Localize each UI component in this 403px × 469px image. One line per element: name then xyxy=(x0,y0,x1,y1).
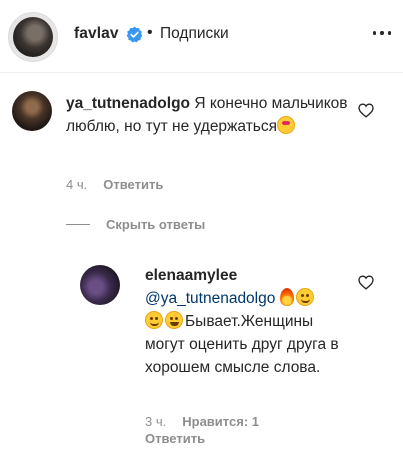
reply-meta: 3 ч. Нравится: 1 xyxy=(145,414,259,429)
dot-icon xyxy=(380,31,384,35)
dot-icon xyxy=(373,31,377,35)
commenter-avatar[interactable] xyxy=(12,91,52,131)
like-heart-icon[interactable] xyxy=(358,275,374,290)
comment-username[interactable]: ya_tutnenadolgo xyxy=(66,95,190,112)
more-options-icon[interactable] xyxy=(373,31,391,37)
comment-meta: 4 ч. Ответить xyxy=(66,177,163,192)
comment-body: ya_tutnenadolgo Я конечно мальчиков любл… xyxy=(66,92,362,138)
reply-body: elenaamylee @ya_tutnenadolgo Бывает.Женщ… xyxy=(145,264,355,379)
reply-button[interactable]: Ответить xyxy=(145,431,205,446)
reply-button[interactable]: Ответить xyxy=(103,177,163,192)
likes-count-button[interactable]: Нравится: 1 xyxy=(182,414,259,429)
laughing-emoji-icon xyxy=(165,311,183,329)
reply-meta-second-line: Ответить xyxy=(145,431,205,446)
reply-username[interactable]: elenaamylee xyxy=(145,267,237,284)
author-username[interactable]: favlav xyxy=(74,25,119,43)
heart-eyes-emoji-icon xyxy=(277,116,296,134)
author-avatar[interactable] xyxy=(8,12,58,62)
following-button[interactable]: Подписки xyxy=(160,25,229,43)
smiling-face-emoji-icon xyxy=(295,288,314,306)
reply-time: 3 ч. xyxy=(145,414,167,429)
like-heart-icon[interactable] xyxy=(358,103,374,118)
reply-avatar[interactable] xyxy=(80,265,120,305)
verified-badge-icon xyxy=(126,26,143,43)
comment-time: 4 ч. xyxy=(66,177,88,192)
hide-replies-label: Скрыть ответы xyxy=(106,217,206,232)
reply-mention-link[interactable]: @ya_tutnenadolgo xyxy=(145,290,275,307)
smiling-face-emoji-icon xyxy=(145,311,163,329)
header-separator: • xyxy=(147,24,153,41)
hide-replies-button[interactable]: Скрыть ответы xyxy=(66,217,205,232)
dot-icon xyxy=(387,31,391,35)
fire-emoji-icon xyxy=(279,288,294,306)
author-avatar-image xyxy=(13,17,53,57)
replies-divider-line xyxy=(66,224,90,225)
post-header: favlav • Подписки xyxy=(0,0,403,73)
